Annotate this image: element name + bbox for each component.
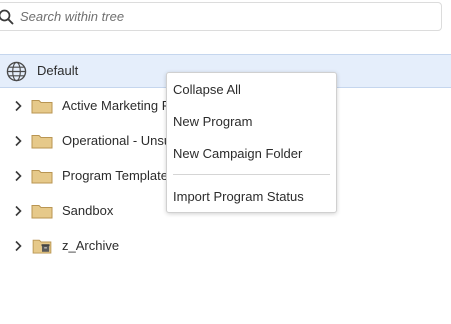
tree-item[interactable]: z_Archive [0,231,451,261]
tree-item-label: Program Template [62,168,168,183]
archive-folder-icon [32,239,52,254]
chevron-right-icon[interactable] [13,240,23,252]
tree-item-label: Active Marketing P [62,98,171,113]
tree-panel: Default Active Marketing P Operational -… [0,0,451,324]
context-menu: Collapse All New Program New Campaign Fo… [166,72,337,213]
chevron-right-icon[interactable] [13,170,23,182]
menu-item-new-campaign-folder[interactable]: New Campaign Folder [167,140,336,168]
folder-icon [31,205,53,219]
menu-divider [173,174,330,175]
menu-item-import-program-status[interactable]: Import Program Status [167,183,336,211]
folder-icon [31,100,53,114]
folder-icon [31,170,53,184]
tree-item-label: Sandbox [62,203,114,218]
menu-item-new-program[interactable]: New Program [167,108,336,136]
menu-item-collapse-all[interactable]: Collapse All [167,76,336,104]
chevron-right-icon[interactable] [13,100,23,112]
tree-root-label: Default [37,63,79,78]
search-box [0,2,442,31]
search-input[interactable] [20,5,420,28]
search-icon [0,9,14,25]
tree-item-label: z_Archive [62,238,120,253]
chevron-right-icon[interactable] [13,135,23,147]
globe-icon [6,61,27,82]
chevron-right-icon[interactable] [13,205,23,217]
folder-icon [31,135,53,149]
tree-item-label: Operational - Unsu [62,133,172,148]
